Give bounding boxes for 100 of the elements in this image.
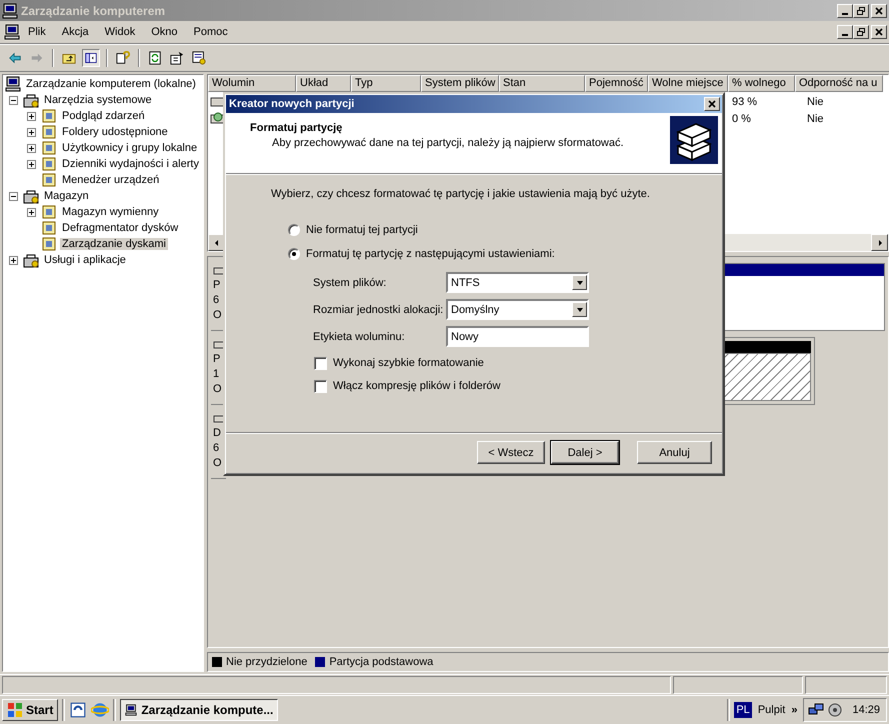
disk-label-text: 1 [213, 367, 220, 381]
expand-icon[interactable] [27, 112, 36, 120]
tree-item[interactable]: Podgląd zdarzeń [60, 110, 147, 122]
computer-icon [2, 2, 18, 18]
wizard-subheading: Aby przechowywać dane na tej partycji, należy ją najpierw sformatować. [271, 137, 625, 149]
column-header[interactable]: Typ [351, 75, 421, 92]
toolbox-icon [23, 252, 39, 268]
tree-item[interactable]: Magazyn wymienny [60, 206, 161, 218]
close-button[interactable] [871, 25, 887, 39]
plus-icon [27, 208, 36, 216]
minus-icon [9, 192, 18, 200]
menu-item[interactable]: Pomoc [186, 24, 236, 40]
checkbox[interactable] [314, 380, 327, 392]
table-cell-text: Nie [806, 96, 825, 108]
dropdown[interactable]: NTFS [446, 272, 589, 293]
checkbox-label[interactable]: Włącz kompresję plików i folderów [333, 380, 500, 392]
close-button[interactable] [871, 4, 887, 18]
minimize-button[interactable] [837, 4, 853, 18]
snap-in-icon [41, 220, 57, 236]
panel-toggle-icon[interactable] [82, 49, 100, 67]
snap-in-icon [41, 156, 57, 172]
snap-in-icon [41, 140, 57, 156]
table-cell-text: Nie [806, 112, 825, 124]
plus-icon [27, 112, 36, 120]
console-settings-icon[interactable] [190, 49, 208, 67]
expand-icon[interactable] [27, 144, 36, 152]
plus-icon [27, 160, 36, 168]
close-icon [875, 6, 883, 14]
minus-icon [9, 96, 18, 104]
column-header[interactable]: System plików [421, 75, 499, 92]
tree-item[interactable]: Defragmentator dysków [60, 222, 180, 234]
left-arrow-icon [212, 238, 220, 246]
tree-item[interactable]: Usługi i aplikacje [42, 254, 128, 266]
taskbar-window-button[interactable]: Zarządzanie kompute... [120, 699, 278, 721]
restore-button[interactable] [853, 4, 869, 18]
column-header[interactable]: Pojemność [585, 75, 648, 92]
close-icon [875, 28, 883, 36]
expand-icon[interactable] [27, 160, 36, 168]
radio-button[interactable] [288, 224, 300, 236]
column-header[interactable]: Wolumin [208, 75, 296, 92]
snap-in-icon [41, 108, 57, 124]
tree-item[interactable]: Magazyn [42, 190, 91, 202]
language-indicator[interactable]: PL [734, 702, 752, 718]
radio-label[interactable]: Formatuj tę partycję z następującymi ustawieniami: [306, 248, 555, 260]
plus-icon [27, 144, 36, 152]
speaker-icon[interactable] [827, 702, 844, 718]
tree-item[interactable]: Foldery udostępnione [60, 126, 170, 138]
tree-item[interactable]: Zarządzanie dyskami [60, 238, 168, 250]
input-field[interactable]: Nowy [446, 326, 589, 347]
column-header[interactable]: % wolnego [728, 75, 795, 92]
field-label: Rozmiar jednostki alokacji: [313, 304, 444, 316]
expand-icon[interactable] [27, 128, 36, 136]
computer-icon [5, 76, 21, 92]
legend-label: Nie przydzielone [226, 656, 308, 668]
dialog-button[interactable]: Dalej > [551, 441, 619, 464]
disk-label-text: O [213, 308, 223, 322]
menu-item[interactable]: Okno [143, 24, 186, 40]
scroll-right-button[interactable] [871, 234, 888, 251]
minimize-button[interactable] [837, 25, 853, 39]
plus-icon [27, 128, 36, 136]
checkbox[interactable] [314, 356, 327, 370]
expand-icon[interactable] [27, 208, 36, 216]
tree-item[interactable]: Menedżer urządzeń [60, 174, 162, 186]
tree-item[interactable]: Dzienniki wydajności i alerty [60, 158, 201, 170]
dropdown-arrow-icon [576, 306, 584, 314]
radio-button[interactable] [288, 248, 300, 260]
menu-item[interactable]: Akcja [54, 24, 97, 40]
computer-icon[interactable] [4, 24, 20, 40]
collapse-icon[interactable] [9, 96, 18, 104]
radio-label[interactable]: Nie formatuj tej partycji [306, 224, 418, 236]
tree-item[interactable]: Narzędzia systemowe [42, 94, 154, 106]
field-label: System plików: [313, 276, 388, 288]
tree-item[interactable]: Zarządzanie komputerem (lokalne) [24, 78, 198, 90]
close-button[interactable] [704, 97, 720, 111]
start-button[interactable]: Start [2, 699, 58, 721]
dialog-button[interactable]: < Wstecz [477, 441, 545, 464]
column-header[interactable]: Stan [499, 75, 585, 92]
restore-icon [857, 6, 865, 14]
field-label: Etykieta woluminu: [313, 330, 406, 342]
tree-item[interactable]: Użytkownicy i grupy lokalne [60, 142, 200, 154]
dropdown[interactable]: Domyślny [446, 299, 589, 320]
toolbar-label: Pulpit [758, 704, 786, 716]
disk-label-text: P [213, 278, 222, 292]
collapse-icon[interactable] [9, 192, 18, 200]
dialog-button[interactable]: Anuluj [637, 441, 712, 464]
chevron-button[interactable]: » [791, 704, 798, 716]
disk-stack-icon [670, 116, 718, 164]
column-header[interactable]: Układ [296, 75, 351, 92]
desktop-shortcut-icon[interactable] [69, 701, 88, 719]
column-header[interactable]: Odporność na u [795, 75, 883, 92]
disk-label-text: O [213, 456, 223, 470]
wizard-heading: Formatuj partycję [250, 122, 344, 134]
expand-icon[interactable] [9, 256, 18, 264]
menu-item[interactable]: Plik [20, 24, 54, 40]
checkbox-label[interactable]: Wykonaj szybkie formatowanie [333, 357, 484, 369]
snap-in-icon [41, 236, 57, 252]
column-header[interactable]: Wolne miejsce [648, 75, 728, 92]
restore-button[interactable] [853, 25, 869, 39]
menu-item[interactable]: Widok [96, 24, 144, 40]
properties-icon[interactable] [168, 49, 186, 67]
